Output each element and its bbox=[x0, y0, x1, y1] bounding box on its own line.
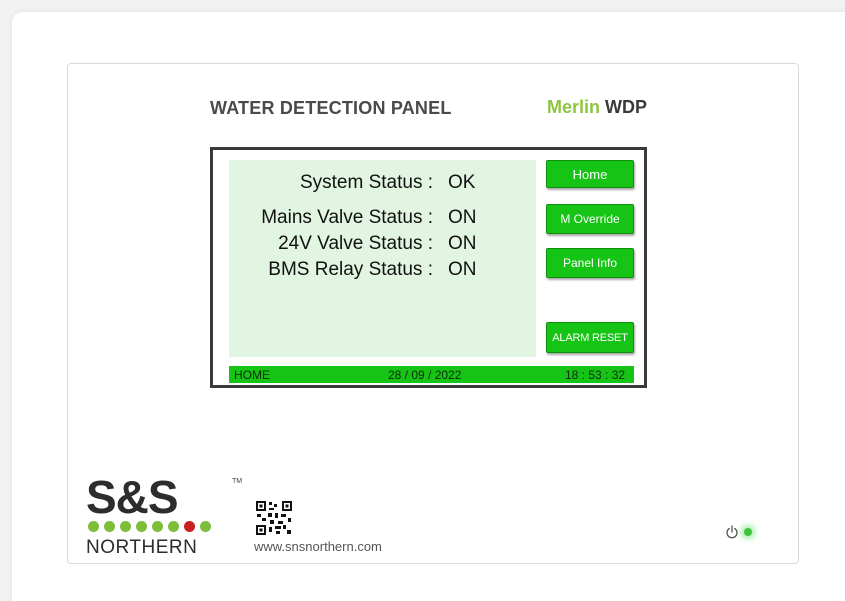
panel-info-button[interactable]: Panel Info bbox=[546, 248, 634, 278]
statusbar-time: 18 : 53 : 32 bbox=[565, 368, 626, 382]
brand-wdp: WDP bbox=[605, 97, 648, 117]
panel-title: WATER DETECTION PANEL bbox=[210, 98, 452, 118]
brand-merlin: Merlin bbox=[547, 97, 601, 117]
home-button[interactable]: Home bbox=[546, 160, 634, 188]
qr-code-icon bbox=[255, 500, 293, 536]
power-led bbox=[744, 528, 752, 536]
logo-ss-text: S&S bbox=[86, 471, 179, 523]
logo-dot bbox=[200, 521, 211, 532]
logo-dot bbox=[168, 521, 179, 532]
system-status-label: System Status : bbox=[299, 172, 433, 193]
logo-dot bbox=[120, 521, 131, 532]
logo-dot bbox=[88, 521, 99, 532]
24v-valve-label: 24V Valve Status : bbox=[278, 233, 433, 254]
brand-label: Merlin WDP bbox=[547, 97, 647, 118]
logo-dots bbox=[88, 521, 211, 532]
logo-dot bbox=[136, 521, 147, 532]
24v-valve-value: ON bbox=[448, 233, 477, 254]
bms-relay-value: ON bbox=[448, 259, 477, 280]
statusbar-date: 28 / 09 / 2022 bbox=[388, 368, 462, 382]
statusbar-page: HOME bbox=[234, 368, 270, 382]
logo-northern-text: NORTHERN bbox=[86, 537, 198, 558]
logo-dot-red bbox=[184, 521, 195, 532]
system-status-value: OK bbox=[448, 172, 476, 193]
bms-relay-label: BMS Relay Status : bbox=[268, 259, 433, 280]
alarm-reset-button[interactable]: ALARM RESET bbox=[546, 322, 634, 353]
mains-valve-value: ON bbox=[448, 207, 477, 228]
logo-trademark: TM bbox=[232, 478, 243, 485]
screen-status-bar: HOME 28 / 09 / 2022 18 : 53 : 32 bbox=[229, 366, 634, 383]
manual-override-button[interactable]: M Override bbox=[546, 204, 634, 234]
power-icon bbox=[726, 525, 738, 539]
logo-dot bbox=[152, 521, 163, 532]
website-url: www.snsnorthern.com bbox=[254, 539, 382, 554]
mains-valve-label: Mains Valve Status : bbox=[261, 207, 433, 228]
logo-dot bbox=[104, 521, 115, 532]
